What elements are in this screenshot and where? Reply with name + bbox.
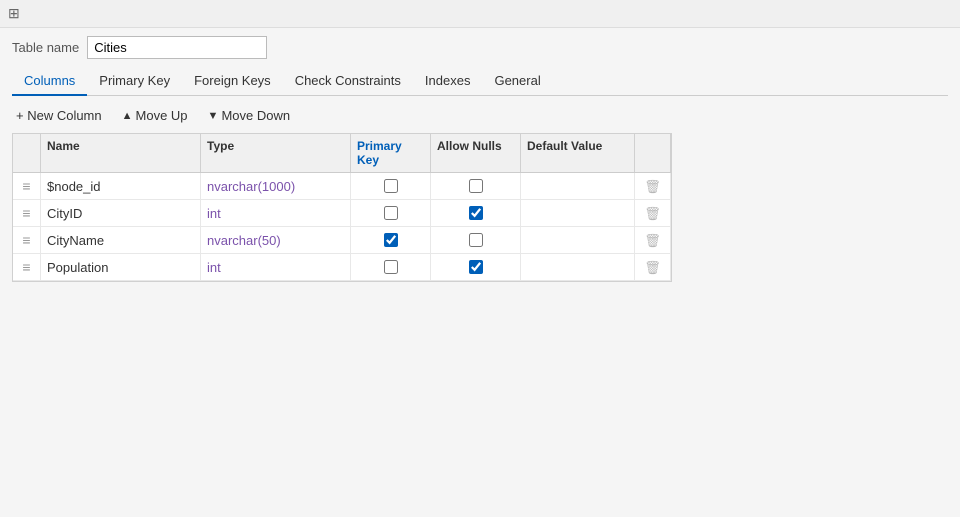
- col-name-3[interactable]: Population: [41, 254, 201, 280]
- header-default-value: Default Value: [521, 134, 635, 172]
- trash-icon-0: [644, 178, 661, 195]
- nulls-checkbox-0[interactable]: [469, 179, 483, 193]
- delete-button-2[interactable]: [641, 232, 664, 249]
- tabs-bar: Columns Primary Key Foreign Keys Check C…: [12, 67, 948, 96]
- trash-icon-1: [644, 205, 661, 222]
- new-column-label: + New Column: [16, 108, 102, 123]
- table-name-input[interactable]: [87, 36, 267, 59]
- pk-checkbox-1[interactable]: [384, 206, 398, 220]
- header-type: Type: [201, 134, 351, 172]
- col-nulls-3[interactable]: [431, 254, 521, 280]
- main-content: Table name Columns Primary Key Foreign K…: [0, 28, 960, 290]
- col-delete-3[interactable]: [635, 254, 671, 280]
- nulls-checkbox-3[interactable]: [469, 260, 483, 274]
- drag-handle-0[interactable]: [13, 173, 41, 199]
- header-actions: [635, 134, 671, 172]
- col-name-2[interactable]: CityName: [41, 227, 201, 253]
- nulls-checkbox-2[interactable]: [469, 233, 483, 247]
- drag-handle-2[interactable]: [13, 227, 41, 253]
- nulls-checkbox-1[interactable]: [469, 206, 483, 220]
- delete-button-0[interactable]: [641, 178, 664, 195]
- table-row: $node_id nvarchar(1000): [13, 173, 671, 200]
- tab-general[interactable]: General: [482, 67, 552, 96]
- chevron-down-icon: ▼: [208, 110, 219, 122]
- table-name-label: Table name: [12, 40, 79, 55]
- chevron-up-icon: ▲: [122, 110, 133, 122]
- tab-columns[interactable]: Columns: [12, 67, 87, 96]
- col-nulls-1[interactable]: [431, 200, 521, 226]
- pk-checkbox-3[interactable]: [384, 260, 398, 274]
- trash-icon-2: [644, 232, 661, 249]
- col-pk-1[interactable]: [351, 200, 431, 226]
- col-delete-1[interactable]: [635, 200, 671, 226]
- col-name-0[interactable]: $node_id: [41, 173, 201, 199]
- col-type-2[interactable]: nvarchar(50): [201, 227, 351, 253]
- header-primary-key: Primary Key: [351, 134, 431, 172]
- tab-foreign-keys[interactable]: Foreign Keys: [182, 67, 283, 96]
- pk-checkbox-2[interactable]: [384, 233, 398, 247]
- top-bar: ⊞: [0, 0, 960, 28]
- delete-button-1[interactable]: [641, 205, 664, 222]
- toolbar: + New Column ▲ Move Up ▼ Move Down: [12, 106, 948, 125]
- new-column-button[interactable]: + New Column: [12, 106, 106, 125]
- col-name-1[interactable]: CityID: [41, 200, 201, 226]
- tab-indexes[interactable]: Indexes: [413, 67, 483, 96]
- col-default-0[interactable]: [521, 173, 635, 199]
- columns-grid: Name Type Primary Key Allow Nulls Defaul…: [12, 133, 672, 282]
- col-default-3[interactable]: [521, 254, 635, 280]
- col-nulls-2[interactable]: [431, 227, 521, 253]
- col-type-3[interactable]: int: [201, 254, 351, 280]
- col-default-1[interactable]: [521, 200, 635, 226]
- delete-button-3[interactable]: [641, 259, 664, 276]
- trash-icon-3: [644, 259, 661, 276]
- col-pk-0[interactable]: [351, 173, 431, 199]
- tab-check-constraints[interactable]: Check Constraints: [283, 67, 413, 96]
- table-row: CityName nvarchar(50): [13, 227, 671, 254]
- table-row: CityID int: [13, 200, 671, 227]
- drag-handle-3[interactable]: [13, 254, 41, 280]
- header-drag: [13, 134, 41, 172]
- col-type-0[interactable]: nvarchar(1000): [201, 173, 351, 199]
- table-row: Population int: [13, 254, 671, 281]
- col-pk-2[interactable]: [351, 227, 431, 253]
- grid-header: Name Type Primary Key Allow Nulls Defaul…: [13, 134, 671, 173]
- tab-primary-key[interactable]: Primary Key: [87, 67, 182, 96]
- col-type-1[interactable]: int: [201, 200, 351, 226]
- header-allow-nulls: Allow Nulls: [431, 134, 521, 172]
- drag-handle-1[interactable]: [13, 200, 41, 226]
- col-default-2[interactable]: [521, 227, 635, 253]
- header-name: Name: [41, 134, 201, 172]
- move-up-button[interactable]: ▲ Move Up: [118, 106, 192, 125]
- app-icon: ⊞: [8, 5, 20, 22]
- move-down-label: Move Down: [221, 108, 290, 123]
- move-down-button[interactable]: ▼ Move Down: [204, 106, 295, 125]
- pk-checkbox-0[interactable]: [384, 179, 398, 193]
- col-delete-0[interactable]: [635, 173, 671, 199]
- table-name-row: Table name: [12, 36, 948, 59]
- move-up-label: Move Up: [136, 108, 188, 123]
- col-nulls-0[interactable]: [431, 173, 521, 199]
- col-pk-3[interactable]: [351, 254, 431, 280]
- col-delete-2[interactable]: [635, 227, 671, 253]
